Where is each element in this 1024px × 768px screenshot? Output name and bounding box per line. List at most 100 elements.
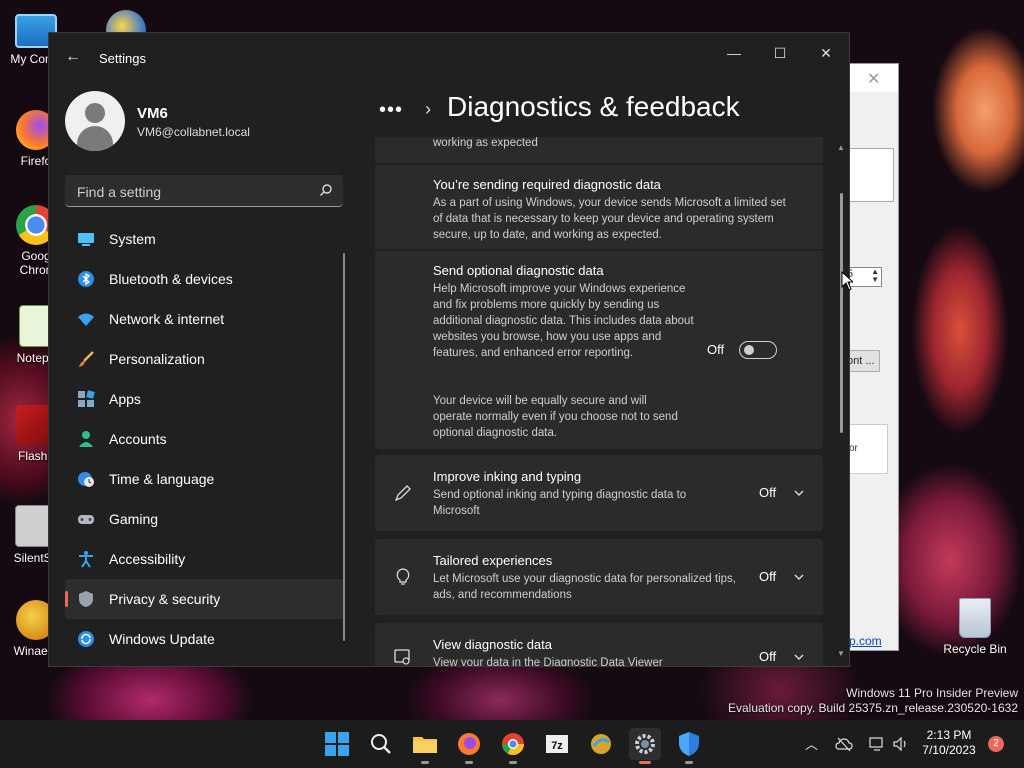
taskbar-chrome[interactable] (497, 728, 529, 764)
chevron-down-icon[interactable] (793, 487, 805, 499)
sidebar-item-bluetooth[interactable]: Bluetooth & devices (65, 259, 345, 299)
sidebar-item-time-language[interactable]: Time & language (65, 459, 345, 499)
desktop-icon-recycle-bin[interactable]: Recycle Bin (939, 598, 1011, 656)
chevron-down-icon[interactable] (793, 571, 805, 583)
taskbar-settings[interactable] (629, 728, 661, 764)
card-title: Send optional diagnostic data (433, 263, 604, 278)
notification-badge[interactable]: 2 (988, 736, 1004, 752)
sidebar-item-label: Bluetooth & devices (109, 271, 233, 287)
sidebar-item-network[interactable]: Network & internet (65, 299, 345, 339)
breadcrumb-more-button[interactable]: ••• (379, 99, 403, 122)
user-email: VM6@collabnet.local (137, 125, 250, 139)
card-description-fragment: working as expected (433, 137, 538, 149)
close-icon[interactable]: ✕ (811, 41, 841, 65)
sidebar-item-label: Network & internet (109, 311, 225, 327)
lightbulb-icon (396, 568, 410, 585)
view-diagnostic-data-card[interactable]: View diagnostic data View your data in t… (375, 623, 823, 666)
card-title: Improve inking and typing (433, 469, 582, 484)
chrome-icon (502, 733, 524, 755)
chevron-right-icon: › (425, 99, 431, 119)
back-arrow-icon[interactable]: ← (63, 47, 83, 67)
background-window-link[interactable]: p.com (849, 634, 882, 648)
cloud-offline-icon[interactable] (835, 736, 853, 752)
defender-icon (679, 732, 699, 756)
shield-icon (79, 591, 93, 607)
network-icon[interactable] (868, 736, 886, 752)
background-window-panel (847, 148, 894, 202)
close-icon[interactable]: ✕ (867, 69, 880, 89)
taskbar-file-explorer[interactable] (409, 728, 441, 764)
sidebar-item-gaming[interactable]: Gaming (65, 499, 345, 539)
taskbar-defender[interactable] (673, 728, 705, 764)
svg-text:7z: 7z (551, 740, 563, 752)
maximize-icon[interactable]: ☐ (765, 41, 795, 65)
card-description: Let Microsoft use your diagnostic data f… (433, 573, 736, 601)
sidebar-item-label: Accessibility (109, 551, 186, 567)
start-button[interactable] (321, 728, 353, 760)
running-indicator (509, 761, 517, 764)
accessibility-icon (79, 551, 93, 568)
watermark-edition: Windows 11 Pro Insider Preview (846, 686, 1018, 700)
diagnostic-data-card-top: working as expected (375, 137, 823, 163)
sidebar-item-privacy-security[interactable]: Privacy & security (65, 579, 345, 619)
sidebar-item-system[interactable]: System (65, 219, 345, 259)
optional-data-card: Send optional diagnostic data Help Micro… (375, 251, 823, 449)
active-indicator (639, 761, 651, 764)
content-pane: working as expected You’re sending requi… (375, 137, 825, 666)
scroll-up-icon[interactable]: ▲ (837, 143, 845, 152)
minimize-icon[interactable]: — (719, 41, 749, 65)
chevron-down-icon[interactable] (793, 651, 805, 663)
volume-icon[interactable] (892, 736, 910, 752)
mouse-cursor-icon (841, 271, 853, 291)
card-description: Help Microsoft improve your Windows expe… (433, 283, 694, 359)
card-description: View your data in the Diagnostic Data Vi… (433, 657, 663, 666)
tailored-experiences-card[interactable]: Tailored experiences Let Microsoft use y… (375, 539, 823, 615)
clock[interactable]: 2:13 PM 7/10/2023 (916, 728, 982, 758)
taskbar-winaero[interactable] (585, 728, 617, 760)
sidebar-item-windows-update[interactable]: Windows Update (65, 619, 345, 659)
card-state: Off (759, 485, 777, 500)
taskbar-7zip[interactable]: 7z (541, 728, 573, 760)
search-box[interactable] (65, 175, 343, 207)
sidebar-item-accounts[interactable]: Accounts (65, 419, 345, 459)
scrollbar-thumb[interactable] (840, 193, 843, 433)
scroll-down-icon[interactable]: ▼ (837, 649, 845, 658)
background-window[interactable]: ✕ 5 ▲ ▼ ont ... or p.com (846, 63, 899, 651)
card-description: Send optional inking and typing diagnost… (433, 489, 687, 517)
sidebar-nav: System Bluetooth & devices Network & int… (65, 219, 345, 659)
sidebar-item-label: System (109, 231, 156, 247)
sidebar-item-label: Windows Update (109, 631, 215, 647)
search-icon (371, 734, 391, 754)
system-icon (78, 233, 94, 246)
card-description: As a part of using Windows, your device … (433, 197, 786, 241)
show-hidden-icons-chevron-icon[interactable]: ︿ (805, 734, 818, 753)
inking-typing-card[interactable]: Improve inking and typing Send optional … (375, 455, 823, 531)
background-window-button[interactable]: ont ... (847, 350, 880, 372)
taskbar-firefox[interactable] (453, 728, 485, 764)
sidebar-item-apps[interactable]: Apps (65, 379, 345, 419)
sidebar-item-label: Accounts (109, 431, 167, 447)
watermark-build: Evaluation copy. Build 25375.zn_release.… (728, 701, 1018, 715)
sidebar-item-label: Privacy & security (109, 591, 221, 607)
clock-date: 7/10/2023 (922, 743, 976, 757)
search-input[interactable] (75, 181, 309, 203)
running-indicator (465, 761, 473, 764)
card-title: Tailored experiences (433, 553, 553, 568)
account-icon (79, 431, 93, 447)
sidebar-item-personalization[interactable]: Personalization (65, 339, 345, 379)
user-name: VM6 (137, 105, 168, 122)
taskbar-search-button[interactable] (365, 728, 397, 760)
search-icon[interactable] (319, 183, 333, 197)
sidebar-scrollbar[interactable] (343, 253, 345, 641)
apps-icon (78, 390, 95, 407)
sidebar-item-accessibility[interactable]: Accessibility (65, 539, 345, 579)
spinner-arrows-icon[interactable]: ▲ ▼ (871, 268, 879, 284)
content-scrollbar[interactable]: ▲ ▼ (837, 143, 845, 658)
bluetooth-icon (78, 271, 94, 287)
running-indicator (421, 761, 429, 764)
settings-icon (635, 734, 655, 754)
recycle-bin-icon (959, 598, 991, 638)
card-title: You’re sending required diagnostic data (433, 177, 661, 192)
sidebar-item-label: Apps (109, 391, 141, 407)
optional-data-toggle[interactable] (739, 341, 777, 359)
